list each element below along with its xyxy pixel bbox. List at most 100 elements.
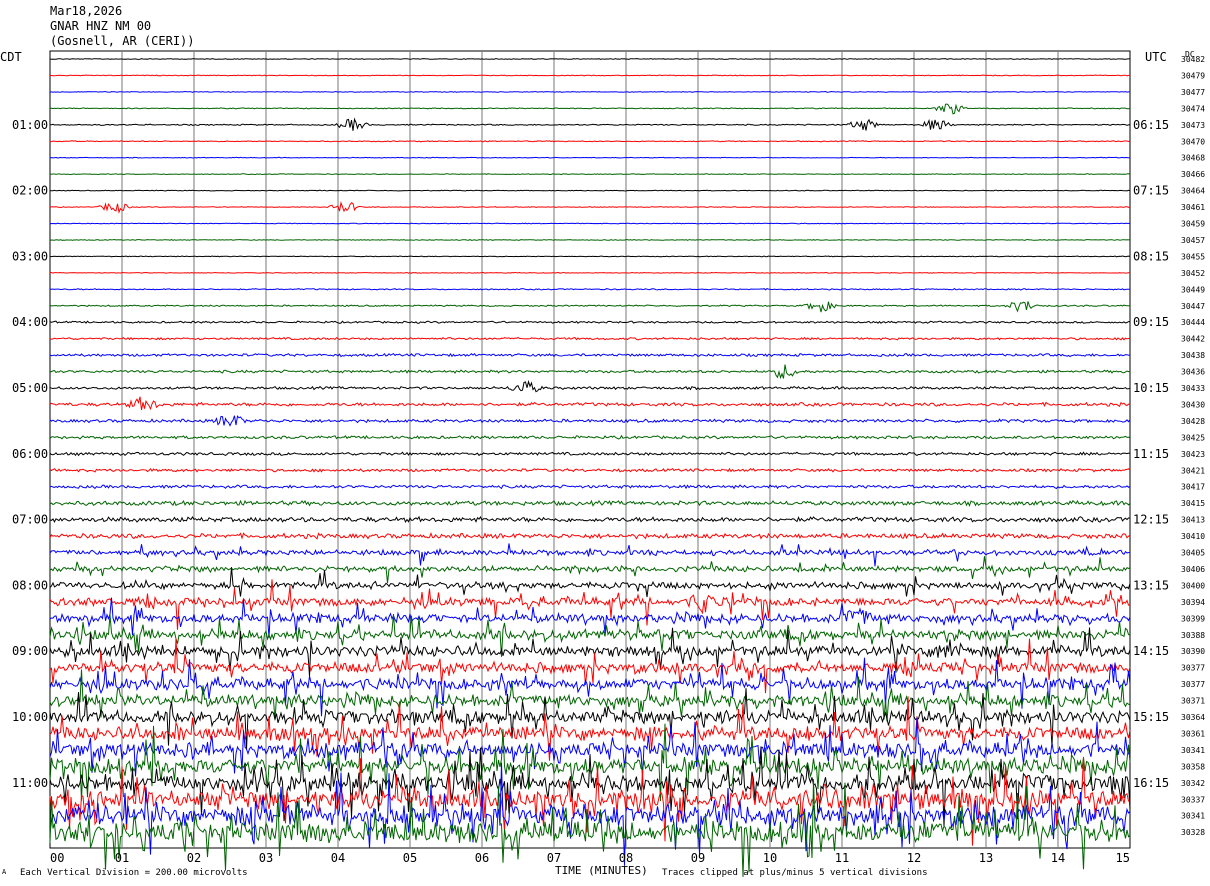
corner-mark: A <box>2 868 7 876</box>
x-tick-label: 04 <box>331 851 345 865</box>
trace-18 <box>49 352 1131 358</box>
right-time-label: 16:15 <box>1133 776 1169 790</box>
dc-offset-label: 30459 <box>1181 220 1205 229</box>
trace-17 <box>49 336 1130 341</box>
x-tick-label: 08 <box>619 851 633 865</box>
dc-offset-label: 30342 <box>1181 779 1205 788</box>
left-time-label: 08:00 <box>12 578 48 592</box>
dc-offset-label: 30452 <box>1181 269 1205 278</box>
trace-9 <box>49 201 1131 214</box>
dc-offset-label: 30461 <box>1181 203 1205 212</box>
dc-offset-label: 30447 <box>1181 302 1205 311</box>
x-axis-title: TIME (MINUTES) <box>555 864 648 877</box>
x-tick-label: 12 <box>907 851 921 865</box>
right-time-label: 10:15 <box>1133 381 1169 395</box>
trace-15 <box>49 301 1131 313</box>
trace-41 <box>49 696 1131 761</box>
left-time-label: 04:00 <box>12 315 48 329</box>
dc-offset-label: 30444 <box>1181 318 1205 327</box>
dc-offset-label: 30425 <box>1181 433 1205 442</box>
dc-offset-label: 30466 <box>1181 170 1205 179</box>
trace-30 <box>49 543 1131 567</box>
dc-offset-label: 30436 <box>1181 368 1205 377</box>
x-tick-label: 06 <box>475 851 489 865</box>
left-time-label: 09:00 <box>12 644 48 658</box>
right-time-label: 07:15 <box>1133 184 1169 198</box>
x-tick-label: 00 <box>50 851 64 865</box>
dc-offset-label: 30438 <box>1181 351 1205 360</box>
dc-offset-label: 30371 <box>1181 697 1205 706</box>
trace-21 <box>49 396 1131 411</box>
x-tick-label: 01 <box>115 851 129 865</box>
dc-offset-label: 30457 <box>1181 236 1205 245</box>
trace-29 <box>49 531 1131 540</box>
dc-offset-label: 30361 <box>1181 729 1205 738</box>
trace-47 <box>49 779 1131 877</box>
trace-22 <box>49 415 1131 427</box>
trace-23 <box>49 434 1131 440</box>
x-tick-label: 02 <box>187 851 201 865</box>
dc-offset-label: 30400 <box>1181 581 1205 590</box>
trace-31 <box>49 556 1131 584</box>
dc-offset-label: 30430 <box>1181 400 1205 409</box>
trace-5 <box>49 140 1131 143</box>
x-tick-label: 14 <box>1051 851 1065 865</box>
dc-offset-label: 30410 <box>1181 532 1205 541</box>
dc-offset-label: 30473 <box>1181 121 1205 130</box>
trace-6 <box>49 156 1131 159</box>
trace-20 <box>49 379 1131 393</box>
left-time-label: 03:00 <box>12 249 48 263</box>
trace-45 <box>49 756 1131 846</box>
dc-offset-label: 30364 <box>1181 713 1205 722</box>
trace-25 <box>49 467 1131 473</box>
x-tick-label: 03 <box>259 851 273 865</box>
trace-1 <box>49 74 1130 77</box>
dc-offset-label: 30328 <box>1181 828 1205 837</box>
trace-24 <box>49 451 1131 457</box>
trace-10 <box>49 222 1131 225</box>
trace-4 <box>49 117 1131 131</box>
trace-12 <box>49 255 1131 258</box>
helicorder-plot: 30482 30479 30477 30474 30473 30470 30468 30466… <box>12 50 1205 877</box>
left-time-label: 01:00 <box>12 118 48 132</box>
trace-8 <box>49 189 1131 192</box>
right-time-label: 06:15 <box>1133 118 1169 132</box>
left-time-label: 02:00 <box>12 184 48 198</box>
dc-offset-label: 30442 <box>1181 335 1205 344</box>
x-tick-label: 09 <box>691 851 705 865</box>
trace-0 <box>49 58 1131 60</box>
trace-11 <box>49 238 1131 241</box>
dc-offset-label: 30399 <box>1181 614 1205 623</box>
dc-offset-label: 30405 <box>1181 549 1205 558</box>
dc-offset-label: 30464 <box>1181 187 1205 196</box>
trace-16 <box>49 320 1130 324</box>
x-tick-label: 13 <box>979 851 993 865</box>
left-time-label: 05:00 <box>12 381 48 395</box>
scale-note: Each Vertical Division = 200.00 microvol… <box>20 868 248 878</box>
dc-offset-label: 30477 <box>1181 88 1205 97</box>
right-time-label: 14:15 <box>1133 644 1169 658</box>
x-tick-label: 07 <box>547 851 561 865</box>
right-time-label: 15:15 <box>1133 710 1169 724</box>
left-time-label: 06:00 <box>12 447 48 461</box>
dc-offset-label: 30413 <box>1181 516 1205 525</box>
dc-offset-label: 30388 <box>1181 631 1205 640</box>
trace-26 <box>49 484 1131 490</box>
trace-19 <box>49 364 1131 380</box>
left-time-label: 11:00 <box>12 776 48 790</box>
dc-offset-label: 30470 <box>1181 137 1205 146</box>
plot-frame <box>49 50 1131 849</box>
dc-offset-label: 30449 <box>1181 285 1205 294</box>
dc-offset-label: 30474 <box>1181 104 1205 113</box>
left-time-label: 07:00 <box>12 513 48 527</box>
trace-39 <box>49 669 1131 722</box>
dc-offset-label: 30358 <box>1181 762 1205 771</box>
x-tick-label: 15 <box>1116 851 1130 865</box>
trace-2 <box>49 90 1130 93</box>
trace-27 <box>49 499 1131 507</box>
trace-14 <box>49 287 1131 291</box>
dc-offset-label: 30428 <box>1181 417 1205 426</box>
trace-7 <box>49 173 1131 176</box>
dc-offset-label: 30390 <box>1181 647 1205 656</box>
dc-offset-label: 30479 <box>1181 72 1205 81</box>
